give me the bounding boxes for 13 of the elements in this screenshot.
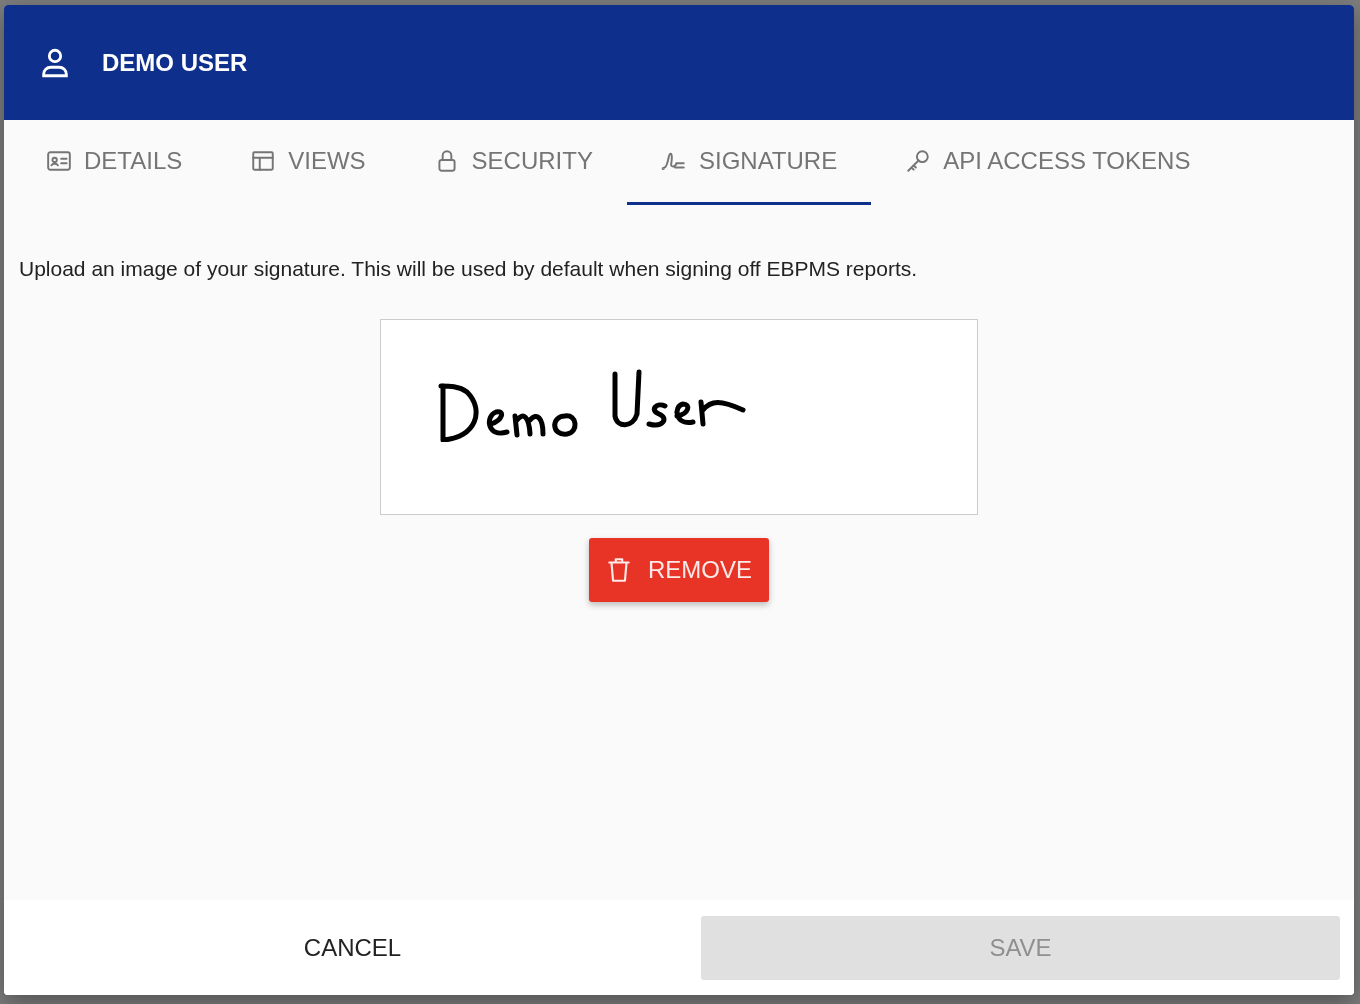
remove-button[interactable]: REMOVE — [589, 538, 769, 602]
dialog-title: DEMO USER — [102, 48, 248, 77]
description-text: Upload an image of your signature. This will be used by default when signing off EBPMS reports. — [19, 257, 918, 281]
tab[interactable]: VIEWS — [216, 120, 400, 205]
tab[interactable]: DETAILS — [12, 120, 217, 205]
tab[interactable]: SECURITY — [399, 120, 627, 205]
key-icon — [905, 148, 932, 174]
tab[interactable]: API ACCESS TOKENS — [871, 120, 1225, 205]
trash-icon — [606, 556, 632, 584]
layout-icon — [250, 148, 277, 174]
cancel-button[interactable]: CANCEL — [4, 915, 701, 980]
tab[interactable]: SIGNATURE — [626, 120, 872, 205]
id-card-icon — [46, 148, 72, 174]
